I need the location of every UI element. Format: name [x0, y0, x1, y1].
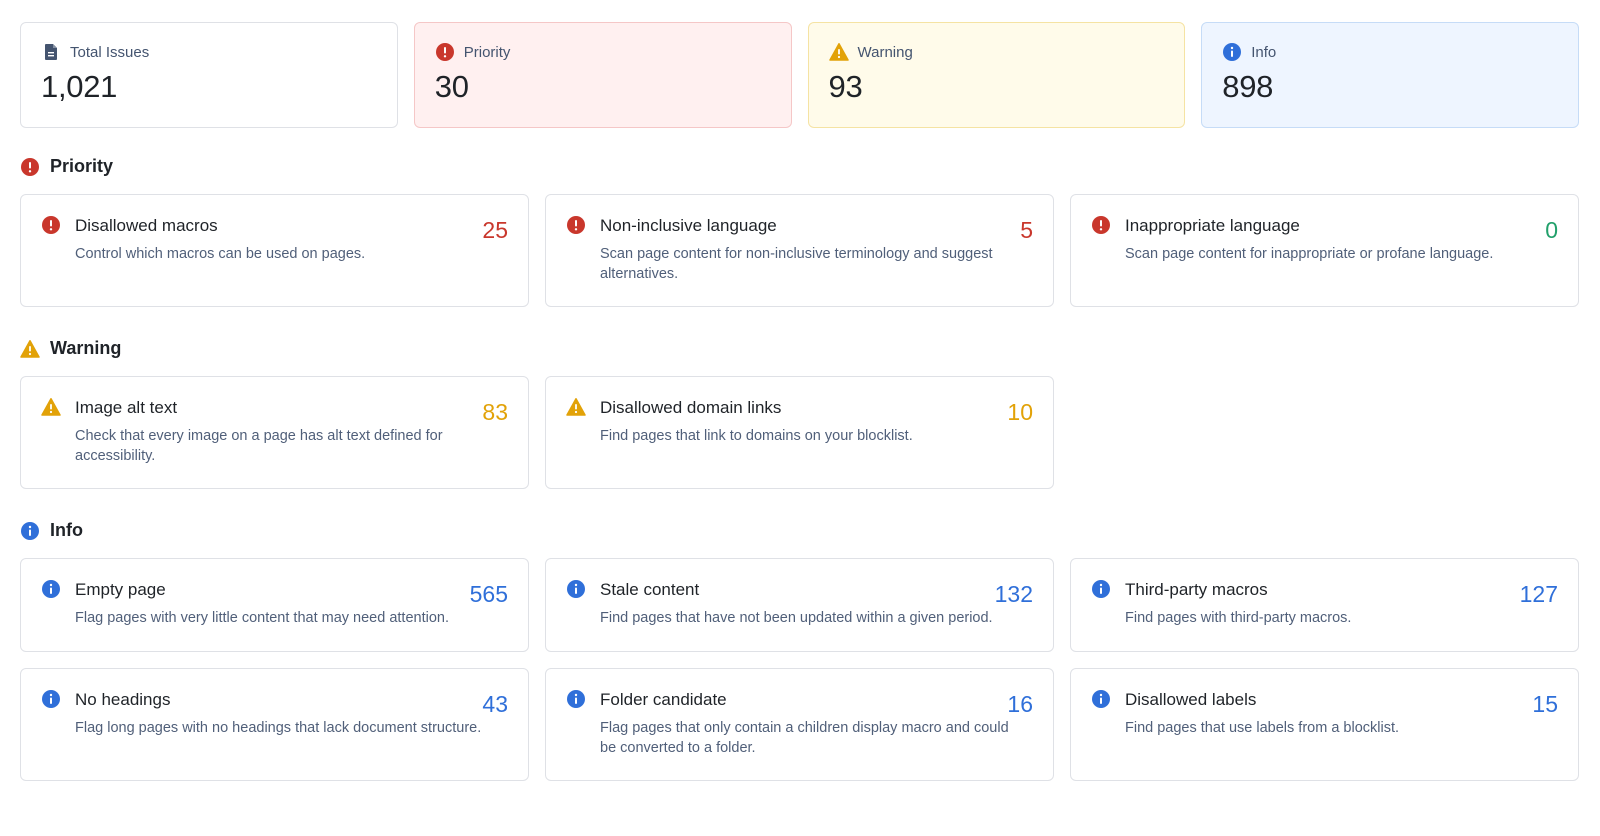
rule-card-count: 565 [469, 581, 508, 607]
summary-value-warning: 93 [828, 69, 863, 104]
rule-card-description: Check that every image on a page has alt… [75, 428, 443, 464]
info-icon [20, 521, 40, 541]
summary-value-total: 1,021 [41, 69, 118, 104]
section-title-warning: Warning [20, 338, 121, 359]
rule-card-title: Inappropriate language [1125, 216, 1300, 235]
rule-card-disallowed-macros[interactable]: Disallowed macros Control which macros c… [20, 194, 529, 307]
rule-card-description: Find pages that use labels from a blockl… [1125, 720, 1400, 736]
rule-card-title: Disallowed domain links [600, 398, 782, 417]
rule-card-image-alt-text[interactable]: Image alt text Check that every image on… [20, 376, 529, 489]
rule-card-third-party-macros[interactable]: Third-party macros Find pages with third… [1070, 558, 1579, 652]
error-icon [435, 42, 455, 62]
rule-card-title: No headings [75, 690, 171, 709]
rule-card-title: Stale content [600, 580, 700, 599]
info-icon [1222, 42, 1242, 62]
rule-card-non-inclusive-language[interactable]: Non-inclusive language Scan page content… [545, 194, 1054, 307]
rule-card-inappropriate-language[interactable]: Inappropriate language Scan page content… [1070, 194, 1579, 307]
rule-card-count: 83 [482, 399, 508, 425]
error-icon [566, 215, 586, 235]
rule-card-empty-page[interactable]: Empty page Flag pages with very little c… [20, 558, 529, 652]
rule-card-description: Scan page content for inappropriate or p… [1125, 246, 1494, 262]
summary-card-info[interactable]: Info 898 [1201, 22, 1579, 128]
rule-card-description: Find pages that have not been updated wi… [600, 610, 993, 626]
rule-card-disallowed-domain-links[interactable]: Disallowed domain links Find pages that … [545, 376, 1054, 489]
rule-card-description: Control which macros can be used on page… [75, 246, 366, 262]
summary-label-priority: Priority [463, 43, 511, 61]
summary-value-priority: 30 [434, 69, 469, 104]
error-icon [41, 215, 61, 235]
rule-card-count: 10 [1007, 399, 1033, 425]
summary-label-warning: Warning [857, 43, 913, 61]
rule-card-folder-candidate[interactable]: Folder candidate Flag pages that only co… [545, 668, 1054, 781]
section-title-info: Info [20, 520, 83, 541]
rule-card-title: Disallowed macros [75, 216, 218, 235]
rule-card-title: Disallowed labels [1125, 690, 1257, 709]
rule-card-count: 16 [1007, 691, 1033, 717]
summary-label-total: Total Issues [70, 43, 150, 61]
info-icon [566, 689, 586, 709]
rule-card-count: 15 [1532, 691, 1558, 717]
section-title-warning-text: Warning [50, 338, 122, 358]
info-icon [41, 689, 61, 709]
info-icon [1091, 689, 1111, 709]
rule-card-description: Find pages with third-party macros. [1125, 610, 1352, 626]
info-icon [41, 579, 61, 599]
rule-card-no-headings[interactable]: No headings Flag long pages with no head… [20, 668, 529, 781]
rule-card-stale-content[interactable]: Stale content Find pages that have not b… [545, 558, 1054, 652]
summary-card-total[interactable]: Total Issues 1,021 [20, 22, 398, 128]
summary-value-info: 898 [1222, 69, 1274, 104]
rule-card-disallowed-labels[interactable]: Disallowed labels Find pages that use la… [1070, 668, 1579, 781]
rule-card-description: Flag pages that only contain a children … [600, 720, 1009, 756]
rule-card-count: 5 [1020, 217, 1033, 243]
warning-icon [566, 397, 586, 417]
rule-card-description: Flag pages with very little content that… [75, 610, 449, 626]
summary-row: Total Issues 1,021 Priority 30 Warning 9… [20, 22, 1579, 128]
rule-card-title: Folder candidate [600, 690, 727, 709]
rule-card-count: 25 [482, 217, 508, 243]
rule-card-count: 43 [482, 691, 508, 717]
document-icon [41, 42, 61, 62]
priority-card-grid: Disallowed macros Control which macros c… [20, 194, 1579, 307]
summary-card-warning[interactable]: Warning 93 [807, 22, 1186, 128]
summary-card-priority[interactable]: Priority 30 [413, 22, 792, 128]
rule-card-count: 132 [994, 581, 1033, 607]
rule-card-title: Empty page [75, 580, 166, 599]
rule-card-count: 127 [1519, 581, 1558, 607]
rule-card-title: Image alt text [75, 398, 178, 417]
section-title-priority-text: Priority [50, 156, 114, 176]
summary-label-info: Info [1251, 43, 1277, 61]
error-icon [1091, 215, 1111, 235]
error-icon [20, 157, 40, 177]
rule-card-title: Non-inclusive language [600, 216, 777, 235]
warning-icon [829, 42, 849, 62]
warning-icon [41, 397, 61, 417]
warning-icon [20, 339, 40, 359]
rule-card-title: Third-party macros [1125, 580, 1268, 599]
section-title-info-text: Info [50, 520, 83, 540]
info-icon [566, 579, 586, 599]
info-card-grid: Empty page Flag pages with very little c… [20, 558, 1579, 781]
rule-card-description: Find pages that link to domains on your … [600, 428, 913, 444]
rule-card-count: 0 [1545, 217, 1558, 243]
section-title-priority: Priority [20, 156, 113, 177]
rule-card-description: Scan page content for non-inclusive term… [600, 246, 993, 282]
info-icon [1091, 579, 1111, 599]
rule-card-description: Flag long pages with no headings that la… [75, 720, 482, 736]
warning-card-grid: Image alt text Check that every image on… [20, 376, 1579, 489]
